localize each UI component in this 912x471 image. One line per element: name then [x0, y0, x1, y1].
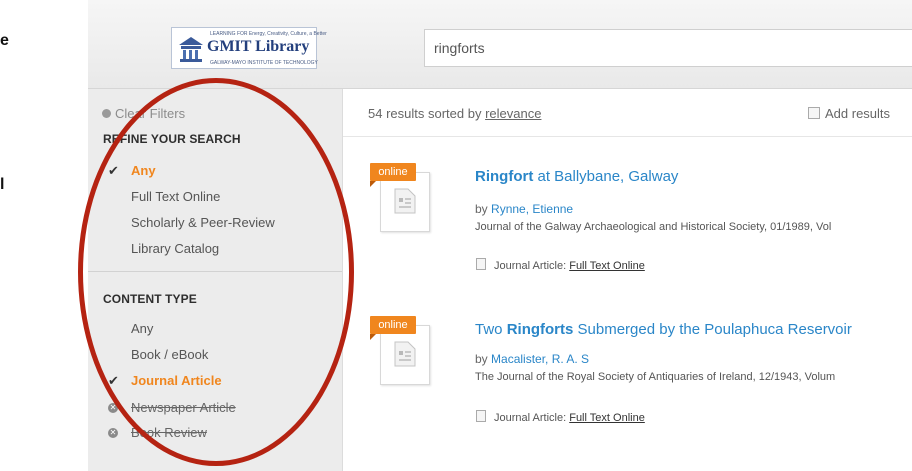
checkbox-icon[interactable] [808, 107, 820, 119]
exclude-icon[interactable]: ✕ [108, 428, 118, 438]
full-text-online-link[interactable]: Full Text Online [569, 412, 645, 424]
format-type: Journal Article: [494, 260, 567, 272]
document-thumbnail-icon[interactable] [380, 172, 430, 232]
online-badge: online [370, 163, 416, 181]
document-fragment: e [0, 32, 9, 49]
result-title-link[interactable]: Two Ringforts Submerged by the Poulaphuc… [475, 321, 852, 338]
by-label: by [475, 352, 488, 366]
journal-icon [476, 258, 486, 270]
sort-relevance-link[interactable]: relevance [485, 106, 541, 121]
badge-fold [370, 181, 376, 187]
journal-icon [476, 410, 486, 422]
add-results-label: Add results [825, 106, 891, 121]
title-prefix: Two [475, 321, 507, 338]
by-label: by [475, 202, 488, 216]
search-input[interactable] [424, 29, 912, 67]
format-line: Journal Article: Full Text Online [476, 258, 645, 272]
add-results-checkbox[interactable]: Add results [808, 106, 890, 121]
clear-icon [102, 109, 111, 118]
document-fragment: l [0, 176, 5, 193]
library-building-icon [179, 37, 203, 62]
logo-institute: GALWAY-MAYO INSTITUTE OF TECHNOLOGY [210, 60, 318, 66]
results-count: 54 results sorted by [368, 106, 482, 121]
publication-info: The Journal of the Royal Society of Anti… [475, 371, 836, 383]
format-type: Journal Article: [494, 412, 567, 424]
logo-tagline: LEARNING FOR Energy, Creativity, Culture… [210, 31, 327, 37]
header-bar: LEARNING FOR Energy, Creativity, Culture… [88, 0, 912, 89]
title-text: Submerged by the Poulaphuca Reservoir [573, 321, 852, 338]
result-title-link[interactable]: Ringfort at Ballybane, Galway [475, 168, 678, 185]
result-author-line: by Rynne, Etienne [475, 202, 573, 216]
publication-info: Journal of the Galway Archaeological and… [475, 221, 832, 233]
gmit-library-logo[interactable]: LEARNING FOR Energy, Creativity, Culture… [171, 27, 327, 69]
annotation-circle [78, 78, 354, 466]
online-badge: online [370, 316, 416, 334]
title-highlight: Ringfort [475, 168, 534, 185]
logo-name: GMIT Library [207, 38, 310, 55]
document-fragment-area: e l [0, 0, 88, 471]
results-summary: 54 results sorted by relevance [368, 106, 541, 121]
results-divider [343, 136, 912, 137]
result-author-line: by Macalister, R. A. S [475, 352, 589, 366]
document-thumbnail-icon[interactable] [380, 325, 430, 385]
author-link[interactable]: Rynne, Etienne [491, 202, 573, 216]
title-text: at Ballybane, Galway [533, 168, 679, 185]
badge-fold [370, 334, 376, 340]
format-line: Journal Article: Full Text Online [476, 410, 645, 424]
full-text-online-link[interactable]: Full Text Online [569, 260, 645, 272]
document-icon [394, 341, 416, 367]
author-link[interactable]: Macalister, R. A. S [491, 352, 589, 366]
document-icon [394, 188, 416, 214]
title-highlight: Ringforts [506, 321, 574, 338]
